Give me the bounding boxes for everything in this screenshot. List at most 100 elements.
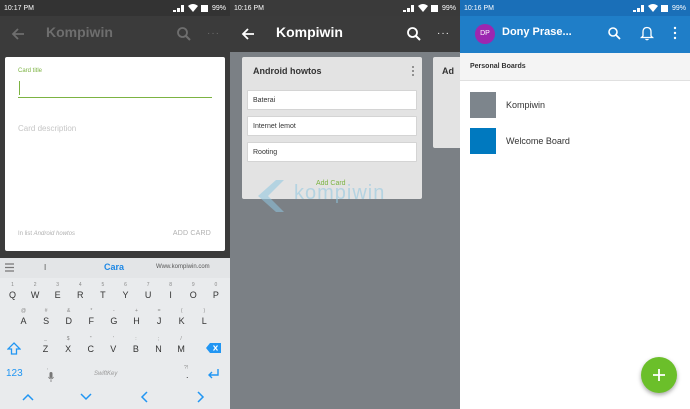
chevron-left-icon[interactable]	[140, 391, 148, 403]
next-list-column[interactable]: Ad	[433, 57, 460, 148]
key-alt-char: $	[66, 336, 70, 342]
space-bar[interactable]: SwiftKey	[66, 368, 162, 382]
back-arrow-icon[interactable]	[240, 26, 256, 42]
key-z[interactable]: _ Z	[36, 336, 55, 356]
wifi-icon	[417, 4, 428, 12]
enter-key-icon[interactable]	[207, 369, 220, 380]
back-arrow-icon[interactable]	[10, 26, 26, 42]
card-title-input[interactable]	[18, 78, 212, 98]
list-card[interactable]: Internet lemot	[247, 116, 417, 136]
key-alt-char: )	[203, 308, 206, 314]
board-item[interactable]: Kompiwin	[470, 92, 680, 118]
overflow-menu-icon[interactable]	[673, 26, 677, 40]
key-alt-char: +	[135, 308, 138, 314]
search-icon[interactable]	[406, 26, 422, 42]
add-board-fab[interactable]	[641, 357, 677, 393]
key-t[interactable]: 5T	[93, 282, 112, 302]
key-char: I	[169, 290, 172, 300]
key-char: B	[132, 344, 139, 354]
key-char: A	[20, 316, 27, 326]
key-n[interactable]: ; N	[149, 336, 168, 356]
key-alt-char: (	[180, 308, 183, 314]
key-char: J	[156, 316, 162, 326]
suggestion-3[interactable]: Www.kompiwin.com	[156, 264, 210, 270]
key-alt-char: #	[44, 308, 48, 314]
key-s[interactable]: # S	[37, 308, 56, 328]
key-char: Z	[42, 344, 49, 354]
avatar[interactable]: DP	[475, 24, 495, 44]
key-row-1: 1Q2W3E4R5T6Y7U8I9O0P	[0, 282, 230, 304]
key-u[interactable]: 7U	[139, 282, 158, 302]
key-char: W	[30, 290, 40, 300]
key-j[interactable]: = J	[150, 308, 169, 328]
key-k[interactable]: (K	[172, 308, 191, 328]
key-f[interactable]: * F	[82, 308, 101, 328]
key-char: X	[65, 344, 72, 354]
list-menu-icon[interactable]	[411, 65, 415, 77]
board-name: Welcome Board	[506, 136, 570, 146]
key-alt-char: 6	[124, 282, 127, 288]
chevron-right-icon[interactable]	[197, 391, 205, 403]
suggestion-1[interactable]: I	[44, 263, 46, 272]
numbers-key[interactable]: 123	[6, 368, 23, 379]
key-i[interactable]: 8I	[161, 282, 180, 302]
chevron-down-icon[interactable]	[80, 393, 92, 401]
list-card[interactable]: Baterai	[247, 90, 417, 110]
key-v[interactable]: ' V	[104, 336, 123, 356]
plus-icon	[653, 369, 665, 381]
key-d[interactable]: & D	[59, 308, 78, 328]
key-c[interactable]: " C	[81, 336, 100, 356]
keyboard-menu-icon[interactable]	[5, 263, 14, 272]
app-bar: DP Dony Prase...	[460, 16, 690, 53]
key-e[interactable]: 3E	[48, 282, 67, 302]
key-x[interactable]: $ X	[59, 336, 78, 356]
board-name: Kompiwin	[506, 100, 546, 110]
card-description-input[interactable]	[18, 120, 212, 136]
key-alt-char: 4	[78, 282, 82, 288]
key-h[interactable]: + H	[127, 308, 146, 328]
key-alt-char: '	[112, 336, 114, 342]
key-a[interactable]: @ A	[14, 308, 33, 328]
key-alt-char: @	[20, 308, 27, 314]
board-title: Kompiwin	[46, 24, 113, 40]
microphone-icon[interactable]	[48, 372, 54, 382]
key-char: M	[177, 344, 185, 354]
key-g[interactable]: -G	[104, 308, 123, 328]
key-alt-char: 0	[214, 282, 218, 288]
key-l[interactable]: ) L	[195, 308, 214, 328]
list-info-prefix: In list	[18, 231, 34, 237]
search-icon[interactable]	[607, 26, 621, 40]
board-item[interactable]: Welcome Board	[470, 128, 680, 154]
key-o[interactable]: 9O	[184, 282, 203, 302]
board-title: Kompiwin	[276, 24, 343, 40]
key-y[interactable]: 6Y	[116, 282, 135, 302]
key-b[interactable]: :B	[126, 336, 145, 356]
key-char: F	[88, 316, 95, 326]
suggestion-2[interactable]: Cara	[104, 262, 124, 272]
key-char: U	[144, 290, 152, 300]
watermark-text: kompiwin	[294, 182, 386, 204]
key-w[interactable]: 2W	[26, 282, 45, 302]
key-p[interactable]: 0P	[206, 282, 225, 302]
overflow-menu-icon[interactable]: ···	[207, 29, 220, 39]
shift-key-icon[interactable]	[7, 342, 21, 355]
chevron-up-icon[interactable]	[22, 393, 34, 401]
status-time: 10:17 PM	[4, 4, 34, 12]
battery-percent: 99%	[671, 4, 686, 12]
add-card-button[interactable]: ADD CARD	[173, 230, 211, 237]
period-key[interactable]: .	[186, 370, 189, 380]
key-char: H	[133, 316, 140, 326]
overflow-menu-icon[interactable]: ···	[437, 29, 450, 39]
notification-bell-icon[interactable]	[640, 25, 654, 41]
key-alt-char: /	[180, 336, 182, 342]
key-q[interactable]: 1Q	[3, 282, 22, 302]
key-alt-char: :	[135, 336, 137, 342]
key-r[interactable]: 4R	[71, 282, 90, 302]
search-icon[interactable]	[176, 26, 192, 42]
key-char: V	[110, 344, 117, 354]
key-m[interactable]: / M	[172, 336, 191, 356]
list-card[interactable]: Rooting	[247, 142, 417, 162]
status-time: 10:16 PM	[234, 4, 264, 12]
key-alt-char: -	[113, 308, 115, 314]
backspace-key-icon[interactable]	[206, 343, 221, 353]
